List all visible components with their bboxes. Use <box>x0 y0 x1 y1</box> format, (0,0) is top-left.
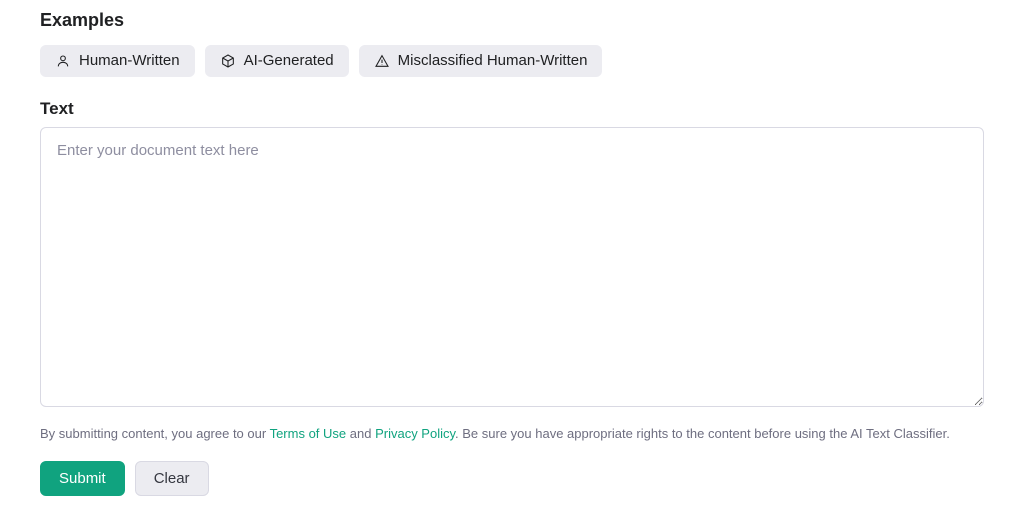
submit-button[interactable]: Submit <box>40 461 125 496</box>
page-root: Examples Human-Written AI-Generated <box>0 0 1024 512</box>
disclaimer-text: By submitting content, you agree to our … <box>40 422 984 445</box>
disclaimer-pre: By submitting content, you agree to our <box>40 426 270 441</box>
clear-button[interactable]: Clear <box>135 461 209 496</box>
examples-heading: Examples <box>40 10 984 31</box>
document-text-input[interactable] <box>40 127 984 407</box>
action-button-row: Submit Clear <box>40 461 984 496</box>
terms-of-use-link[interactable]: Terms of Use <box>270 426 347 441</box>
person-icon <box>55 53 71 69</box>
chip-misclassified-human-written[interactable]: Misclassified Human-Written <box>359 45 603 77</box>
chip-label: AI-Generated <box>244 52 334 70</box>
example-chips-row: Human-Written AI-Generated Misclassi <box>40 45 984 77</box>
cube-icon <box>220 53 236 69</box>
disclaimer-post: . Be sure you have appropriate rights to… <box>455 426 950 441</box>
text-label: Text <box>40 99 984 119</box>
warning-triangle-icon <box>374 53 390 69</box>
disclaimer-mid: and <box>346 426 375 441</box>
chip-human-written[interactable]: Human-Written <box>40 45 195 77</box>
chip-label: Human-Written <box>79 52 180 70</box>
chip-ai-generated[interactable]: AI-Generated <box>205 45 349 77</box>
chip-label: Misclassified Human-Written <box>398 52 588 70</box>
privacy-policy-link[interactable]: Privacy Policy <box>375 426 455 441</box>
